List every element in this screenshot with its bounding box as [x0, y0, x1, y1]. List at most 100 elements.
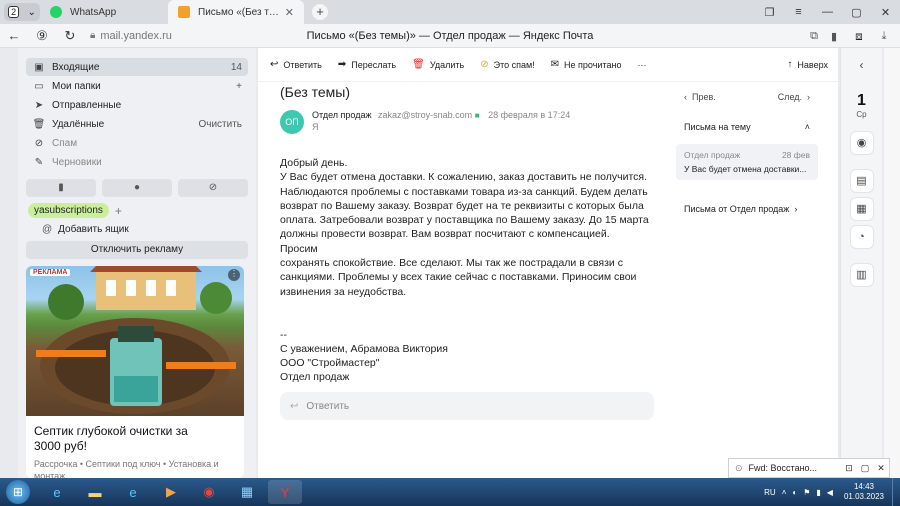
ad-menu-icon[interactable]: ⋮ [228, 269, 240, 281]
tray-app-icon[interactable]: ◐ [792, 488, 797, 497]
notes-icon[interactable]: ▤ [849, 169, 874, 193]
calendar-day[interactable]: 1 [841, 92, 882, 110]
show-desktop-button[interactable] [892, 478, 900, 506]
volume-icon[interactable]: ◀ [827, 488, 833, 497]
sender-letters-link[interactable]: Письма от Отдел продаж › [676, 204, 818, 214]
folder-icon: ▭ [34, 80, 44, 92]
new-tab-button[interactable]: + [312, 4, 328, 20]
mail-sidebar: ▣ Входящие 14 ▭ Мои папки + ➤ Отправленн… [18, 48, 256, 478]
thread-title: Письма на тему [684, 122, 751, 132]
chevron-up-icon[interactable]: ˄ [782, 488, 787, 497]
folder-trash[interactable]: 🗑︎ Удалённые Очистить [26, 115, 248, 133]
media-player-icon[interactable]: ▶ [154, 480, 188, 504]
quick-reply-field[interactable]: ↩ Ответить [280, 392, 654, 420]
telemost-icon[interactable]: ◉ [849, 131, 874, 155]
network-app-icon[interactable]: ▦ [230, 480, 264, 504]
clock-time: 14:43 [853, 482, 874, 491]
close-window-icon[interactable]: ✕ [871, 6, 900, 19]
tab-mail[interactable]: Письмо «(Без темы)» — ✕ [168, 0, 304, 24]
reload-icon[interactable]: ↻ [56, 28, 84, 44]
inbox-icon: ▣ [34, 61, 44, 73]
bookmark-filter-icon[interactable]: ▮ [26, 179, 96, 197]
folder-label: Удалённые [52, 118, 105, 130]
clock[interactable]: 14:43 01.03.2023 [844, 482, 884, 502]
more-button[interactable]: ··· [637, 60, 646, 70]
back-arrow-icon[interactable]: ← [0, 28, 28, 43]
url-field[interactable]: 🔒︎ mail.yandex.ru [90, 30, 172, 42]
ie-icon-2[interactable]: e [116, 480, 150, 504]
letter-toolbar: ↩ Ответить ➡ Переслать 🗑︎ Удалить ⊘ Это спам… [258, 48, 838, 82]
sender-name[interactable]: Отдел продаж [312, 110, 372, 120]
thread-item[interactable]: Отдел продаж 28 фев У Вас будет отмена д… [676, 144, 818, 180]
add-folder-button[interactable]: + [236, 81, 242, 92]
yandex-browser-icon[interactable]: Y [268, 480, 302, 504]
start-button[interactable]: ⊞ [6, 480, 30, 504]
ad-card[interactable]: РЕКЛАМА ⋮ Септик глубокой очистки за 300… [26, 266, 244, 478]
ie-icon[interactable]: e [40, 480, 74, 504]
forward-button[interactable]: ➡ Переслать [338, 59, 396, 70]
maximize-icon[interactable]: ▢ [842, 6, 871, 19]
folder-my-folders[interactable]: ▭ Мои папки + [26, 77, 248, 95]
avatar[interactable]: ОП [280, 110, 304, 134]
folder-inbox[interactable]: ▣ Входящие 14 [26, 58, 248, 76]
unread-filter-icon[interactable]: ● [102, 179, 172, 197]
sender-email[interactable]: zakaz@stroy-snab.com [378, 110, 472, 120]
close-icon[interactable]: ✕ [873, 463, 889, 474]
minimize-icon[interactable]: ⊡ [841, 463, 857, 474]
menu-icon[interactable]: ≡ [784, 6, 813, 18]
flag-icon[interactable]: ⚑ [803, 488, 810, 497]
minimized-compose[interactable]: ⊙ Fwd: Восстано... ⊡ ▢ ✕ [728, 458, 890, 478]
yandex-icon[interactable]: ⑨ [28, 28, 56, 44]
apps-icon[interactable]: ▦ [849, 197, 874, 221]
folder-spam[interactable]: ⊘ Спам [26, 134, 248, 152]
spam-icon: ⊘ [34, 137, 44, 149]
scrollbar[interactable] [884, 48, 900, 478]
expand-icon[interactable]: ▢ [857, 463, 873, 474]
letter-subject: (Без темы) [280, 84, 351, 100]
whatsapp-icon [50, 6, 62, 18]
attachment-filter-icon[interactable]: ⊘ [178, 179, 248, 197]
back-to-top-button[interactable]: ↑ Наверх [787, 59, 828, 70]
close-icon[interactable]: ✕ [285, 6, 294, 19]
system-tray: RU ˄ ◐ ⚑ ▮ ◀ 14:43 01.03.2023 [761, 478, 900, 506]
tab-whatsapp[interactable]: WhatsApp [40, 0, 168, 24]
tab-layout-icon[interactable]: ❐ [755, 6, 784, 19]
collections-icon[interactable]: ⧈ [844, 29, 874, 44]
spam-button[interactable]: ⊘ Это спам! [480, 59, 534, 70]
add-mailbox-link[interactable]: @ Добавить ящик [42, 224, 256, 235]
delete-button[interactable]: 🗑︎ Удалить [412, 59, 464, 70]
mark-unread-button[interactable]: ✉ Не прочитано [551, 59, 622, 70]
reply-button[interactable]: ↩ Ответить [270, 59, 322, 70]
recipient[interactable]: Я [312, 122, 570, 132]
next-letter-button[interactable]: След. › [778, 92, 810, 102]
trash-icon: 🗑︎ [412, 59, 425, 70]
reply-icon: ↩ [290, 400, 299, 412]
bookmark-icon[interactable]: ▮ [824, 30, 844, 43]
at-icon: @ [42, 224, 53, 235]
disable-ads-button[interactable]: Отключить рекламу [26, 241, 248, 259]
prev-letter-button[interactable]: ‹ Прев. [684, 92, 716, 102]
collapse-icon[interactable]: ‹ [841, 58, 882, 72]
network-icon[interactable]: ▮ [816, 488, 820, 497]
address-bar: ← ⑨ ↻ 🔒︎ mail.yandex.ru Письмо «(Без тем… [0, 24, 900, 48]
folder-sent[interactable]: ➤ Отправленные [26, 96, 248, 114]
ad-title[interactable]: Септик глубокой очистки за 3000 руб! [34, 424, 204, 454]
docs-icon[interactable]: ▥ [849, 263, 874, 287]
download-icon[interactable]: ⤓ [874, 30, 894, 43]
folder-drafts[interactable]: ✎ Черновики [26, 153, 248, 171]
lock-icon: 🔒︎ [90, 30, 96, 41]
thread-section-header[interactable]: Письма на тему ˄ [676, 122, 818, 132]
clock-date: 01.03.2023 [843, 492, 884, 501]
chrome-icon[interactable]: ◉ [192, 480, 226, 504]
language-indicator[interactable]: RU [764, 488, 776, 497]
empty-trash-button[interactable]: Очистить [198, 119, 242, 130]
thread-item-from: Отдел продаж [684, 150, 741, 160]
share-icon[interactable]: ⧉ [804, 30, 824, 43]
disk-icon[interactable]: ◔ [849, 225, 874, 249]
arrow-up-icon: ↑ [787, 59, 793, 70]
minimize-icon[interactable]: — [813, 6, 842, 18]
explorer-icon[interactable]: ▬ [78, 480, 112, 504]
tab-counter[interactable]: 2 ⌄ [4, 3, 40, 21]
label-chip[interactable]: yasubscriptions [28, 203, 109, 218]
add-label-button[interactable]: + [115, 204, 122, 218]
